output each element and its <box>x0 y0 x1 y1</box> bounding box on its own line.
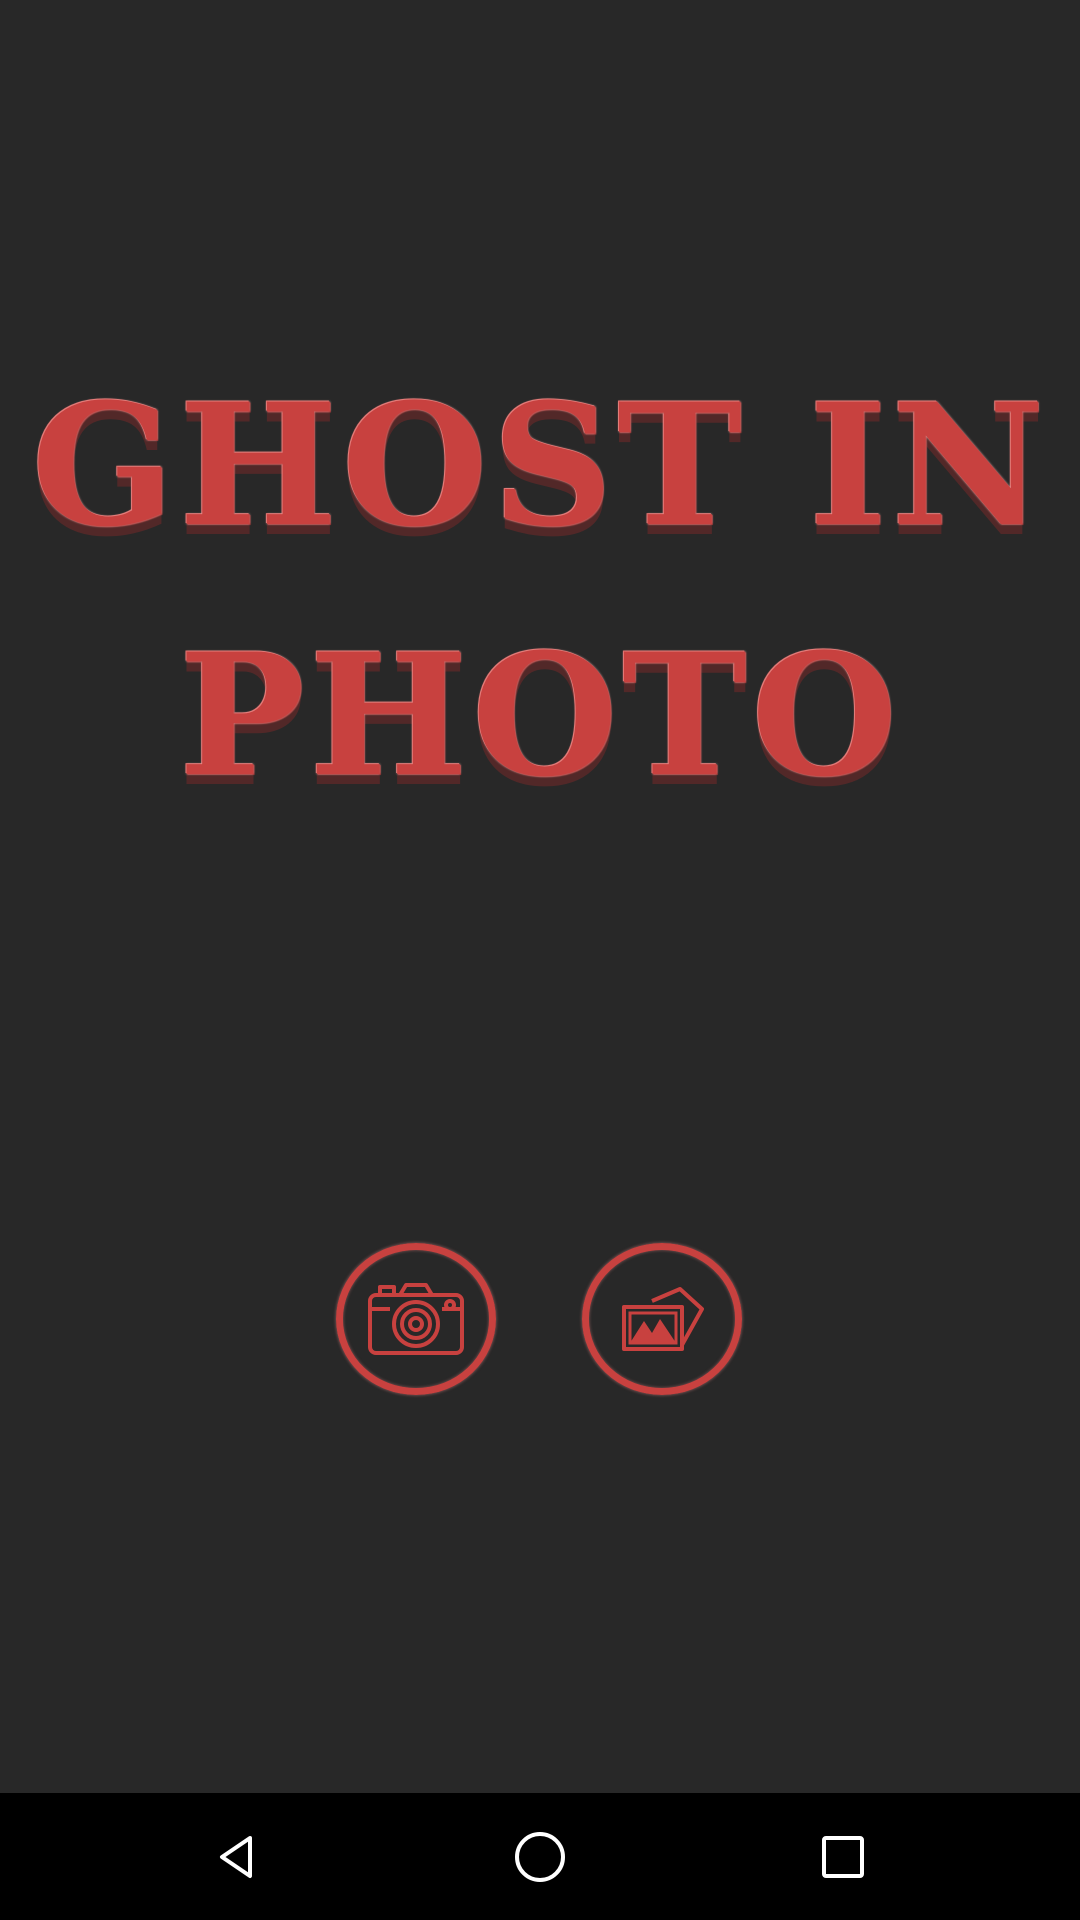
title-line-1: GHOST IN <box>31 366 1049 564</box>
nav-back-button[interactable] <box>147 1793 327 1920</box>
recents-square-icon <box>822 1835 864 1878</box>
nav-home-button[interactable] <box>450 1793 630 1920</box>
camera-icon <box>368 1283 464 1355</box>
back-triangle-icon <box>220 1835 252 1878</box>
nav-recents-button[interactable] <box>753 1793 933 1920</box>
home-circle-icon <box>515 1831 565 1882</box>
system-navigation-bar <box>0 1793 1080 1920</box>
app-logo-title: GHOST IN PHOTO <box>0 340 1080 840</box>
app-screen: GHOST IN PHOTO <box>0 0 1080 1793</box>
title-line-2: PHOTO <box>178 616 902 814</box>
gallery-button[interactable] <box>582 1243 742 1395</box>
gallery-icon <box>622 1287 704 1351</box>
camera-button[interactable] <box>336 1243 496 1395</box>
